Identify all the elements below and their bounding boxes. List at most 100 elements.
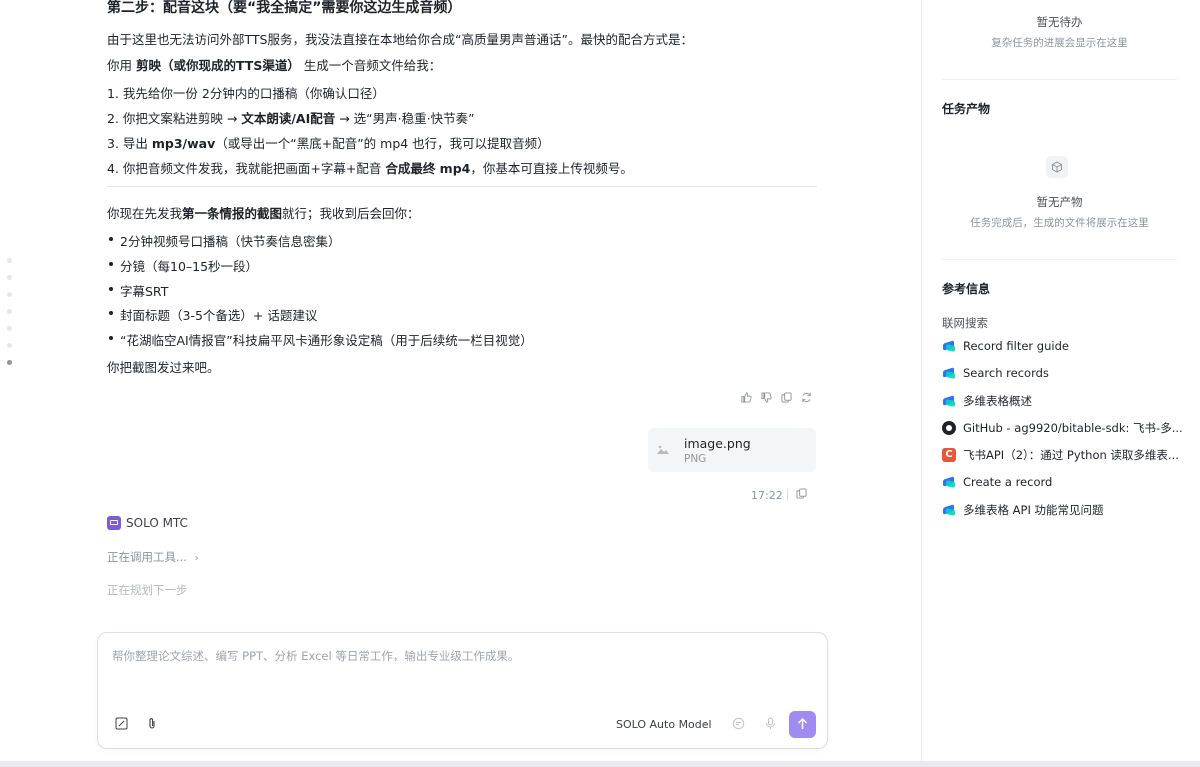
request-text: 你现在先发我第一条情报的截图就行；我收到后会回你：	[107, 203, 420, 222]
todo-title: 暂无待办	[1036, 15, 1083, 29]
artifacts-hint-text: 任务完成后，生成的文件将展示在这里	[970, 217, 1149, 229]
todo-empty-title: 暂无待办	[942, 11, 1177, 30]
feishu-icon	[942, 339, 956, 353]
ref-item[interactable]: GitHub - ag9920/bitable-sdk: 飞书-多...	[942, 420, 1183, 436]
instruction-bold: 剪映（或你现成的TTS渠道）	[135, 58, 300, 73]
deliverable-item: 字幕SRT	[120, 284, 169, 299]
ref-label[interactable]: 多维表格 API 功能常见问题	[963, 502, 1104, 518]
step-4: 4. 你把音频文件发我，我就能把画面+字幕+配音 合成最终 mp4，你基本可直接…	[107, 158, 633, 177]
feishu-icon	[942, 366, 956, 380]
artifacts-heading: 任务产物	[942, 102, 991, 116]
regenerate-icon[interactable]	[800, 392, 812, 404]
divider	[107, 186, 817, 187]
chevron-down-icon[interactable]: ⌄	[701, 717, 709, 728]
instruction-prefix: 你用	[107, 58, 136, 73]
scroll-dot[interactable]	[7, 275, 12, 280]
ref-item[interactable]: C 飞书API（2）：通过 Python 读取多维表...	[942, 447, 1179, 463]
composer-placeholder[interactable]: 帮你整理论文综述、编写 PPT、分析 Excel 等日常工作，输出专业级工作成果…	[112, 648, 519, 664]
todo-hint: 复杂任务的进展会显示在这里	[942, 31, 1177, 50]
step-3: 3. 导出 mp3/wav（或导出一个“黑底+配音”的 mp4 也行，我可以提取…	[107, 133, 550, 152]
scroll-dot-active[interactable]	[7, 360, 12, 365]
edit-icon[interactable]	[115, 717, 128, 730]
copy-icon[interactable]	[780, 392, 792, 404]
ref-item[interactable]: 多维表格概述	[942, 393, 1032, 409]
feishu-icon	[942, 475, 956, 489]
attachment-card[interactable]: image.png PNG	[648, 428, 816, 472]
request-prefix: 你现在先发我	[107, 206, 183, 221]
request-bold: 第一条情报的截图	[182, 206, 283, 221]
ref-item[interactable]: 多维表格 API 功能常见问题	[942, 502, 1104, 518]
deliverable-item: 封面标题（3-5个备选）+ 话题建议	[120, 308, 318, 323]
attachment-type: PNG	[684, 453, 707, 465]
image-file-icon	[656, 444, 670, 456]
step-text: 2. 你把文案粘进剪映 →	[107, 111, 242, 126]
attachment-name: image.png	[684, 436, 751, 451]
attach-icon[interactable]	[146, 717, 159, 730]
agent-header: SOLO MTC	[107, 516, 188, 530]
ref-label[interactable]: 多维表格概述	[963, 393, 1032, 409]
instruction-text: 你用 剪映（或你现成的TTS渠道） 生成一个音频文件给我：	[107, 55, 441, 74]
ref-label[interactable]: Create a record	[963, 475, 1052, 489]
microphone-icon[interactable]	[765, 717, 776, 733]
chat-bubble-icon[interactable]	[732, 717, 745, 733]
step-text: （或导出一个“黑底+配音”的 mp4 也行，我可以提取音频）	[215, 136, 550, 151]
model-selector[interactable]: SOLO Auto Model	[616, 718, 712, 731]
ref-label[interactable]: GitHub - ag9920/bitable-sdk: 飞书-多...	[963, 420, 1183, 436]
artifacts-empty: 暂无产物	[942, 191, 1177, 210]
request-suffix: 就行；我收到后会回你：	[282, 206, 420, 221]
refs-title: 参考信息	[942, 278, 1177, 297]
ref-label[interactable]: 飞书API（2）：通过 Python 读取多维表...	[963, 447, 1179, 463]
agent-logo-icon	[107, 516, 121, 530]
ref-item[interactable]: Create a record	[942, 475, 1052, 489]
step-text: 1. 我先给你一份 2分钟内的口播稿（你确认口径）	[107, 86, 385, 101]
step-text: 3. 导出	[107, 136, 152, 151]
step-1: 1. 我先给你一份 2分钟内的口播稿（你确认口径）	[107, 83, 385, 102]
ref-item[interactable]: Record filter guide	[942, 339, 1069, 353]
tool-call-status[interactable]: 正在调用工具... ›	[107, 549, 199, 565]
bullet-dot	[109, 262, 113, 266]
step-bold: 合成最终 mp4	[385, 161, 471, 176]
deliverable-item: 2分钟视频号口播稿（快节奏信息密集）	[120, 234, 341, 249]
scroll-dot[interactable]	[7, 309, 12, 314]
step-bold: 文本朗读/AI配音	[241, 111, 336, 126]
status-text: 正在调用工具...	[107, 550, 187, 564]
artifacts-hint: 任务完成后，生成的文件将展示在这里	[942, 211, 1177, 230]
step-text: → 选“男声·稳重·快节奏”	[335, 111, 475, 126]
message-actions	[740, 392, 812, 404]
intro-text: 由于这里也无法访问外部TTS服务，我没法直接在本地给你合成“高质量男声普通话”。…	[107, 32, 693, 47]
deliverable-item: “花湖临空AI情报官”科技扁平风卡通形象设定稿（用于后续统一栏目视觉）	[120, 333, 533, 348]
section-heading: 第二步：配音这块（要“我全搞定”需要你这边生成音频）	[107, 0, 462, 16]
planning-status: 正在规划下一步	[107, 583, 188, 597]
deliverable-item: 分镜（每10–15秒一段）	[120, 259, 259, 274]
send-button[interactable]	[789, 711, 816, 738]
box-icon	[1046, 156, 1068, 178]
step-text: 4. 你把音频文件发我，我就能把画面+字幕+配音	[107, 161, 386, 176]
scroll-indicator[interactable]	[7, 258, 13, 377]
bullet-dot	[109, 311, 113, 315]
todo-hint-text: 复杂任务的进展会显示在这里	[991, 37, 1128, 49]
refs-subtitle: 联网搜索	[942, 312, 1177, 331]
thumbs-up-icon[interactable]	[740, 392, 752, 404]
scroll-dot[interactable]	[7, 258, 12, 263]
scroll-dot[interactable]	[7, 292, 12, 297]
message-time: 17:22	[751, 489, 783, 502]
refs-heading: 参考信息	[942, 282, 991, 296]
closing-text: 你把截图发过来吧。	[107, 360, 220, 375]
scroll-dot[interactable]	[7, 326, 12, 331]
ref-label[interactable]: Search records	[963, 366, 1049, 380]
ref-label[interactable]: Record filter guide	[963, 339, 1069, 353]
scroll-dot[interactable]	[7, 343, 12, 348]
feishu-icon	[942, 503, 956, 517]
step-2: 2. 你把文案粘进剪映 → 文本朗读/AI配音 → 选“男声·稳重·快节奏”	[107, 108, 475, 127]
artifacts-empty-text: 暂无产物	[1036, 195, 1083, 209]
artifacts-title: 任务产物	[942, 98, 1177, 117]
bullet-dot	[109, 237, 113, 241]
thumbs-down-icon[interactable]	[760, 392, 772, 404]
step-bold: mp3/wav	[151, 136, 216, 151]
web-search-label: 联网搜索	[942, 316, 988, 330]
feishu-icon	[942, 394, 956, 408]
composer[interactable]: 帮你整理论文综述、编写 PPT、分析 Excel 等日常工作，输出专业级工作成果…	[97, 632, 828, 749]
copy-icon[interactable]	[796, 488, 807, 502]
ref-item[interactable]: Search records	[942, 366, 1049, 380]
divider	[942, 79, 1177, 80]
